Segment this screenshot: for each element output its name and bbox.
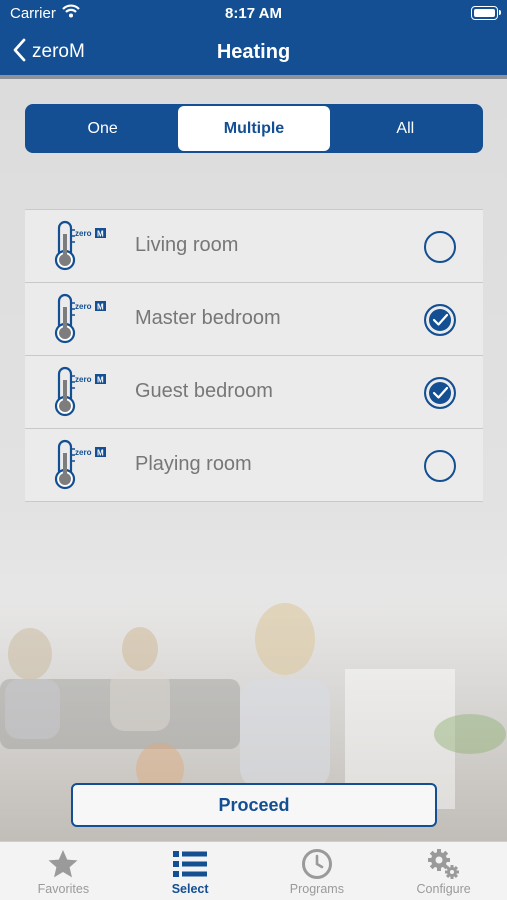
checkmark-icon — [432, 386, 449, 399]
tab-select[interactable]: Select — [127, 842, 254, 900]
status-time: 8:17 AM — [225, 5, 282, 22]
thermometer-icon: zero M — [53, 293, 111, 345]
svg-text:zero: zero — [75, 448, 92, 457]
svg-text:zero: zero — [75, 229, 92, 238]
segment-all[interactable]: All — [330, 106, 481, 151]
svg-text:zero: zero — [75, 375, 92, 384]
tab-label: Favorites — [37, 882, 90, 896]
page-title: Heating — [216, 41, 291, 63]
navigation-bar: zeroM Heating — [0, 28, 507, 75]
room-row-master-bedroom[interactable]: zero M Master bedroom — [25, 283, 483, 356]
room-checkbox-checked[interactable] — [424, 377, 456, 409]
svg-text:M: M — [97, 449, 104, 458]
main-content: One Multiple All zero M Living room zero… — [0, 79, 507, 841]
tab-favorites[interactable]: Favorites — [0, 842, 127, 900]
gears-icon — [427, 848, 461, 880]
checkmark-icon — [432, 313, 449, 326]
tab-configure[interactable]: Configure — [380, 842, 507, 900]
battery-icon — [471, 6, 501, 20]
thermometer-icon: zero M — [53, 439, 111, 491]
status-bar: Carrier 8:17 AM — [0, 0, 507, 28]
room-row-playing-room[interactable]: zero M Playing room — [25, 429, 483, 502]
tab-bar: Favorites Select Programs Configure — [0, 841, 507, 900]
room-row-living-room[interactable]: zero M Living room — [25, 210, 483, 283]
svg-text:M: M — [97, 376, 104, 385]
room-row-guest-bedroom[interactable]: zero M Guest bedroom — [25, 356, 483, 429]
tab-label: Programs — [289, 882, 344, 896]
selection-mode-segmented-control: One Multiple All — [25, 104, 483, 153]
segment-one[interactable]: One — [27, 106, 178, 151]
svg-text:M: M — [97, 303, 104, 312]
tab-label: Configure — [416, 882, 471, 896]
room-checkbox[interactable] — [424, 450, 456, 482]
proceed-button[interactable]: Proceed — [71, 783, 437, 827]
star-icon — [47, 848, 79, 880]
svg-text:M: M — [97, 230, 104, 239]
tab-label: Select — [171, 882, 209, 896]
room-name: Master bedroom — [135, 307, 281, 329]
room-name: Guest bedroom — [135, 380, 273, 402]
room-name: Living room — [135, 234, 239, 256]
list-icon — [173, 848, 208, 880]
svg-text:zero: zero — [75, 302, 92, 311]
clock-icon — [301, 848, 333, 880]
room-name: Playing room — [135, 453, 252, 475]
segment-multiple[interactable]: Multiple — [178, 106, 330, 151]
room-list: zero M Living room zero M Master bedroom… — [25, 209, 483, 502]
tab-programs[interactable]: Programs — [254, 842, 381, 900]
thermometer-icon: zero M — [53, 220, 111, 272]
room-checkbox[interactable] — [424, 231, 456, 263]
thermometer-icon: zero M — [53, 366, 111, 418]
room-checkbox-checked[interactable] — [424, 304, 456, 336]
